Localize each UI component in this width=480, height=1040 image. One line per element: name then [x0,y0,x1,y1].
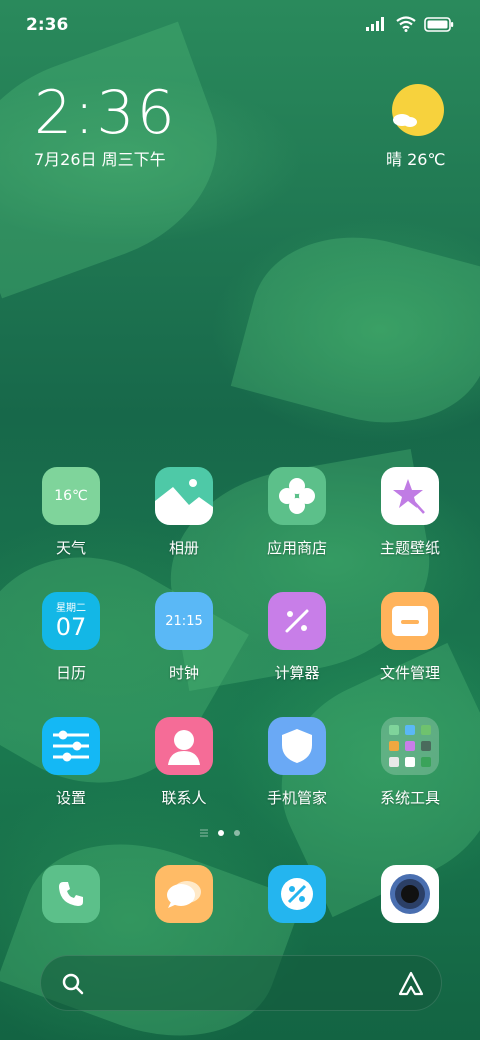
app-store-icon [268,467,326,525]
search-icon[interactable] [61,972,85,996]
app-calendar[interactable]: 星期二 07 日历 [16,592,126,683]
app-label: 日历 [55,664,86,682]
signal-icon [366,17,384,31]
wifi-icon [396,16,416,32]
gallery-icon [155,467,213,525]
theme-icon [381,467,439,525]
app-label: 手机管家 [266,789,327,807]
app-label: 文件管理 [379,664,440,682]
folder-icon [381,717,439,775]
app-weather[interactable]: 16℃ 天气 [16,467,126,558]
app-store[interactable]: 应用商店 [242,467,352,558]
calendar-day: 07 [55,612,87,641]
clock-time[interactable]: 2:36 [34,78,177,148]
contacts-icon [155,717,213,775]
dock-camera[interactable] [381,865,439,923]
clock-date: 7月26日 周三下午 [34,150,166,169]
browser-icon [281,878,313,910]
file-manager-icon [381,592,439,650]
app-clock[interactable]: 21:15 时钟 [129,592,239,683]
app-label: 设置 [55,789,86,807]
app-label: 主题壁纸 [379,539,440,557]
clock-app-time: 21:15 [165,613,203,629]
dock-phone[interactable] [42,865,100,923]
calendar-icon: 星期二 07 [42,592,100,650]
weather-temp: 16℃ [54,488,88,504]
battery-icon [424,16,454,32]
app-calculator[interactable]: 计算器 [242,592,352,683]
app-folder-system-tools[interactable]: 系统工具 [355,717,465,808]
search-bar[interactable] [40,955,442,1011]
phone-icon [59,882,83,906]
app-label: 应用商店 [266,539,327,557]
app-label: 时钟 [168,664,199,682]
status-bar: 2:36 [0,0,480,50]
app-settings[interactable]: 设置 [16,717,126,808]
weather-icon: 16℃ [42,467,100,525]
app-contacts[interactable]: 联系人 [129,717,239,808]
dock-browser[interactable] [268,865,326,923]
camera-icon [390,874,430,914]
calculator-icon [268,592,326,650]
app-label: 相册 [168,539,199,557]
app-label: 计算器 [274,664,320,682]
assistant-icon[interactable] [397,970,425,998]
clock-icon: 21:15 [155,592,213,650]
dock-messages[interactable] [155,865,213,923]
weather-text: 晴 26℃ [386,150,446,169]
sunny-cloud-icon[interactable] [390,82,446,138]
settings-icon [42,717,100,775]
app-label: 系统工具 [379,789,440,807]
app-gallery[interactable]: 相册 [129,467,239,558]
menu-lines-icon [200,829,208,837]
status-icons [366,16,454,32]
app-security[interactable]: 手机管家 [242,717,352,808]
status-time: 2:36 [26,15,69,35]
page-dot [234,830,240,836]
security-icon [268,717,326,775]
app-themes[interactable]: 主题壁纸 [355,467,465,558]
page-indicator[interactable] [200,829,240,837]
messages-icon [167,881,201,908]
page-dot-active [218,830,224,836]
calendar-weekday: 星期二 [56,602,86,614]
app-label: 天气 [55,539,86,557]
app-file-manager[interactable]: 文件管理 [355,592,465,683]
app-label: 联系人 [161,789,207,807]
